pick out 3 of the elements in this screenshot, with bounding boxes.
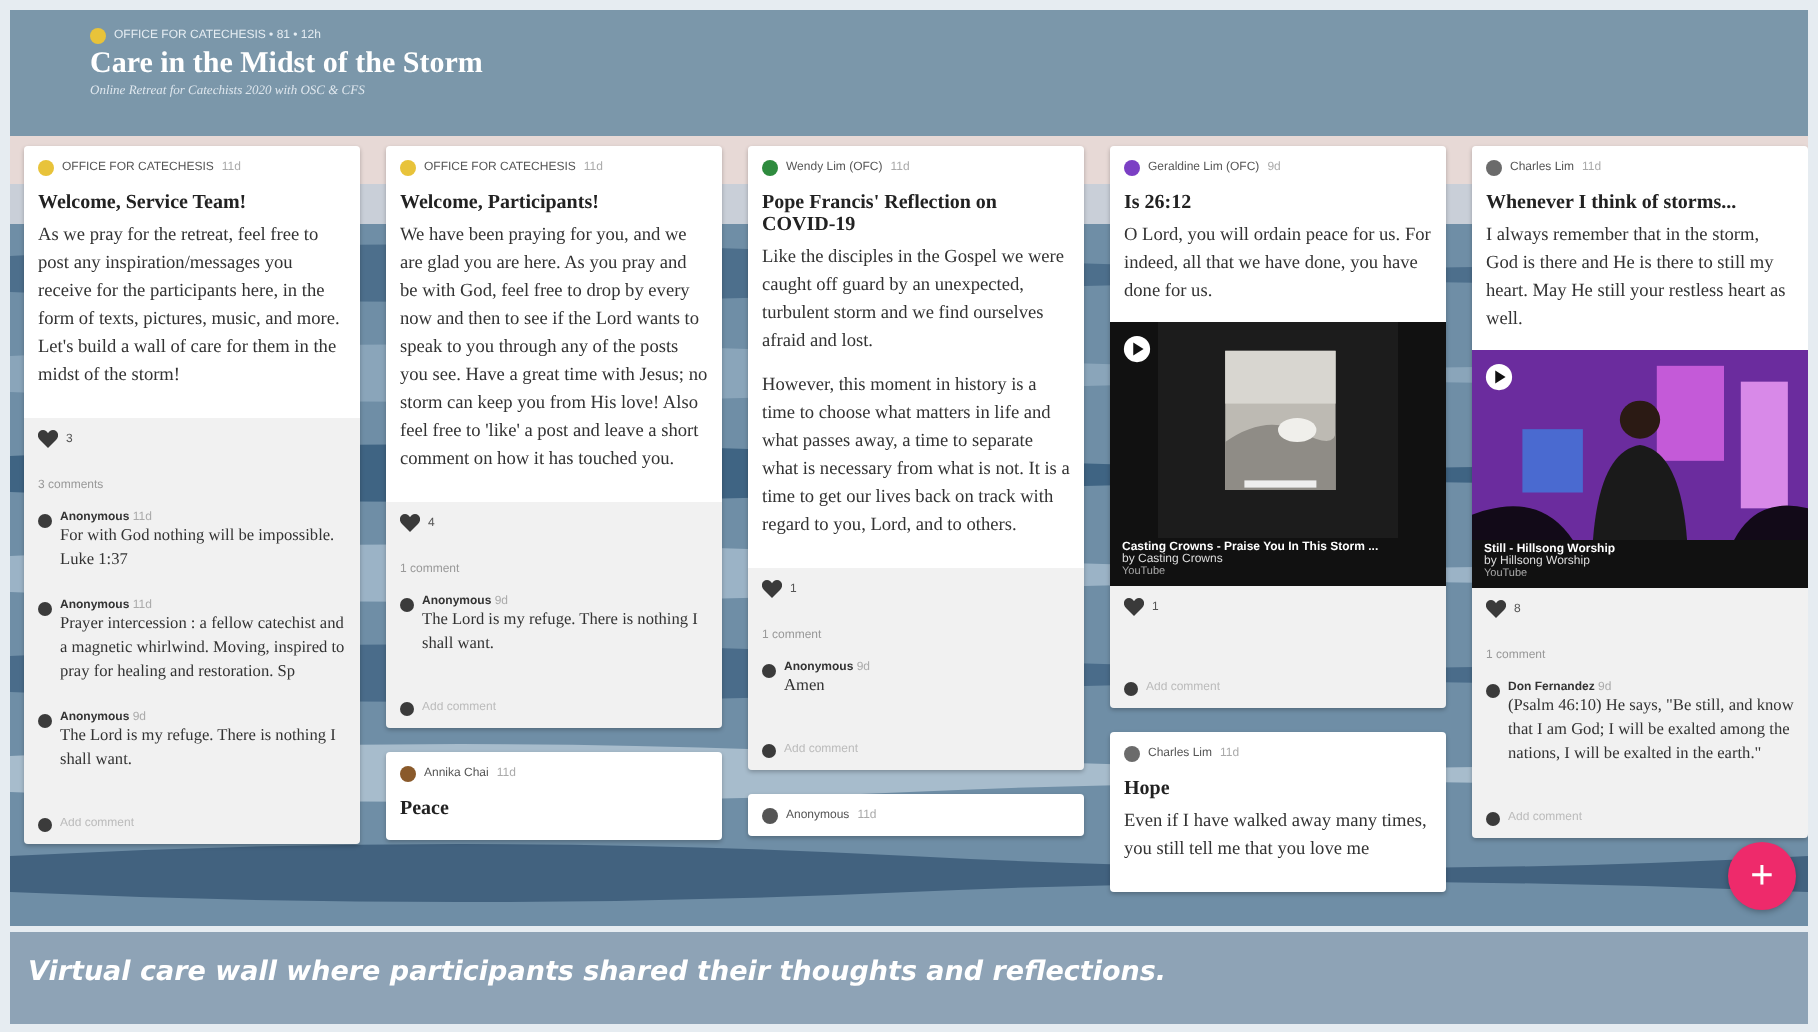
figure-caption: Virtual care wall where participants shared their thoughts and reflections. [10, 932, 1808, 1024]
wall-title: Care in the Midst of the Storm [90, 48, 485, 82]
avatar-icon [90, 28, 106, 44]
